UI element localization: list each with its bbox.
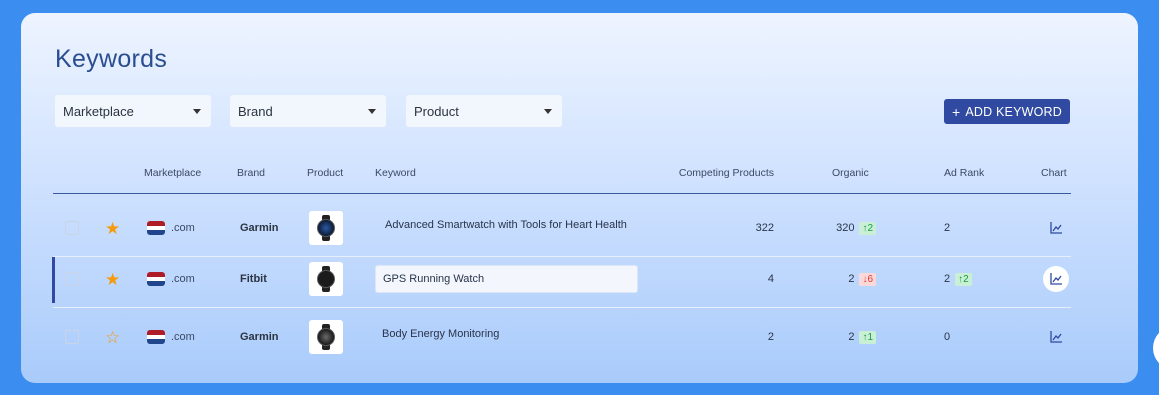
- table-row[interactable]: ☆ .com Garmin Body Energy Monitoring 2 2 ↑1 0: [21, 314, 1138, 360]
- selected-row-indicator: [52, 257, 55, 303]
- header-brand[interactable]: Brand: [237, 167, 265, 179]
- competing-products-value: 2: [767, 331, 774, 343]
- organic-change-badge: ↑2: [859, 221, 876, 235]
- organic-rank-value: 320: [836, 222, 855, 234]
- ad-rank-value: 2: [944, 222, 951, 234]
- organic-change-badge: ↓6: [859, 272, 876, 286]
- product-thumbnail[interactable]: [309, 211, 343, 245]
- row-checkbox[interactable]: [65, 330, 79, 344]
- row-checkbox[interactable]: [65, 272, 79, 286]
- plus-icon: +: [951, 103, 961, 120]
- add-keyword-button[interactable]: + ADD KEYWORD: [944, 99, 1070, 124]
- favorite-star-icon[interactable]: ☆: [105, 329, 120, 346]
- chart-icon[interactable]: [1043, 324, 1069, 350]
- organic-rank-value: 2: [848, 273, 855, 285]
- favorite-star-icon[interactable]: ★: [105, 220, 120, 237]
- keyword-text: GPS Running Watch: [383, 273, 485, 285]
- header-divider: [53, 193, 1071, 194]
- brand-name: Fitbit: [240, 273, 267, 285]
- brand-name: Garmin: [240, 331, 279, 343]
- watch-image-icon: [317, 266, 335, 292]
- row-divider: [53, 307, 1071, 308]
- page-title: Keywords: [55, 45, 168, 73]
- caret-down-icon: [544, 108, 552, 114]
- header-ad-rank[interactable]: Ad Rank: [944, 167, 984, 179]
- organic-rank-value: 2: [848, 331, 855, 343]
- header-marketplace[interactable]: Marketplace: [144, 167, 201, 179]
- favorite-star-icon[interactable]: ★: [105, 271, 120, 288]
- header-keyword[interactable]: Keyword: [375, 167, 416, 179]
- header-product[interactable]: Product: [307, 167, 343, 179]
- ad-rank-value: 0: [944, 331, 951, 343]
- header-chart: Chart: [1041, 167, 1067, 179]
- brand-filter-label: Brand: [238, 103, 273, 119]
- competing-products-value: 4: [767, 273, 774, 285]
- product-filter[interactable]: Product: [406, 95, 562, 127]
- header-organic[interactable]: Organic: [832, 167, 869, 179]
- netherlands-flag-icon: [147, 330, 165, 344]
- ad-rank-change-badge: ↑2: [955, 272, 972, 286]
- chart-icon[interactable]: [1043, 215, 1069, 241]
- watch-image-icon: [317, 215, 335, 241]
- marketplace-domain: .com: [171, 273, 195, 285]
- keyword-text[interactable]: Body Energy Monitoring: [382, 328, 499, 340]
- add-keyword-label: ADD KEYWORD: [965, 104, 1063, 119]
- table-row[interactable]: ★ .com Garmin Advanced Smartwatch with Tool…: [21, 205, 1138, 251]
- competing-products-value: 322: [755, 222, 774, 234]
- netherlands-flag-icon: [147, 272, 165, 286]
- marketplace-filter[interactable]: Marketplace: [55, 95, 211, 127]
- marketplace-domain: .com: [171, 331, 195, 343]
- header-competing-products[interactable]: Competing Products: [641, 167, 774, 179]
- brand-filter[interactable]: Brand: [230, 95, 386, 127]
- marketplace-filter-label: Marketplace: [63, 103, 134, 119]
- product-thumbnail[interactable]: [309, 320, 343, 354]
- ad-rank-value: 2: [944, 273, 951, 285]
- row-checkbox[interactable]: [65, 221, 79, 235]
- netherlands-flag-icon: [147, 221, 165, 235]
- keyword-edit-field[interactable]: GPS Running Watch: [375, 265, 638, 293]
- caret-down-icon: [193, 108, 201, 114]
- keywords-card: Keywords Marketplace Brand Product + ADD…: [21, 13, 1138, 383]
- caret-down-icon: [368, 108, 376, 114]
- watch-image-icon: [317, 324, 335, 350]
- table-row[interactable]: ★ .com Fitbit GPS Running Watch 4 2 ↓6 2 ↑2: [21, 256, 1138, 302]
- organic-change-badge: ↑1: [859, 330, 876, 344]
- product-filter-label: Product: [414, 103, 459, 119]
- brand-name: Garmin: [240, 222, 279, 234]
- keyword-text[interactable]: Advanced Smartwatch with Tools for Heart…: [385, 219, 627, 231]
- marketplace-domain: .com: [171, 222, 195, 234]
- chart-icon[interactable]: [1043, 266, 1069, 292]
- product-thumbnail[interactable]: [309, 262, 343, 296]
